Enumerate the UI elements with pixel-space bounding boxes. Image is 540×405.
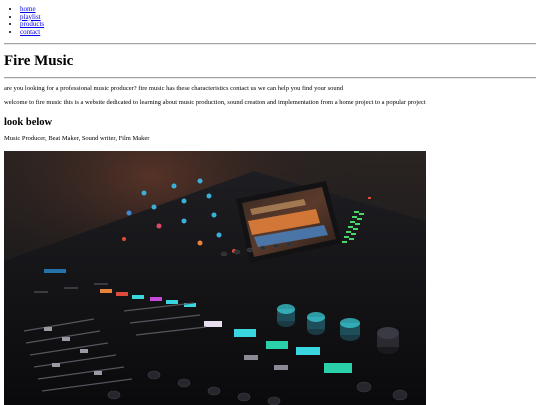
- welcome-paragraph: welcome to fire music this is a website …: [4, 99, 426, 106]
- page: home playlist products contact Fire Musi…: [0, 0, 540, 405]
- page-title: Fire Music: [4, 53, 74, 69]
- nav-link-contact[interactable]: contact: [20, 28, 40, 36]
- roles-paragraph: Music Producer, Beat Maker, Sound writer…: [4, 135, 150, 142]
- section-heading: look below: [4, 117, 53, 128]
- mixing-console-photo: [4, 151, 426, 405]
- intro-paragraph: are you looking for a professional music…: [4, 85, 344, 92]
- title-divider: [4, 77, 536, 79]
- nav-item-contact: contact: [20, 28, 44, 37]
- nav-menu: home playlist products contact: [20, 5, 44, 37]
- top-divider: [4, 43, 536, 45]
